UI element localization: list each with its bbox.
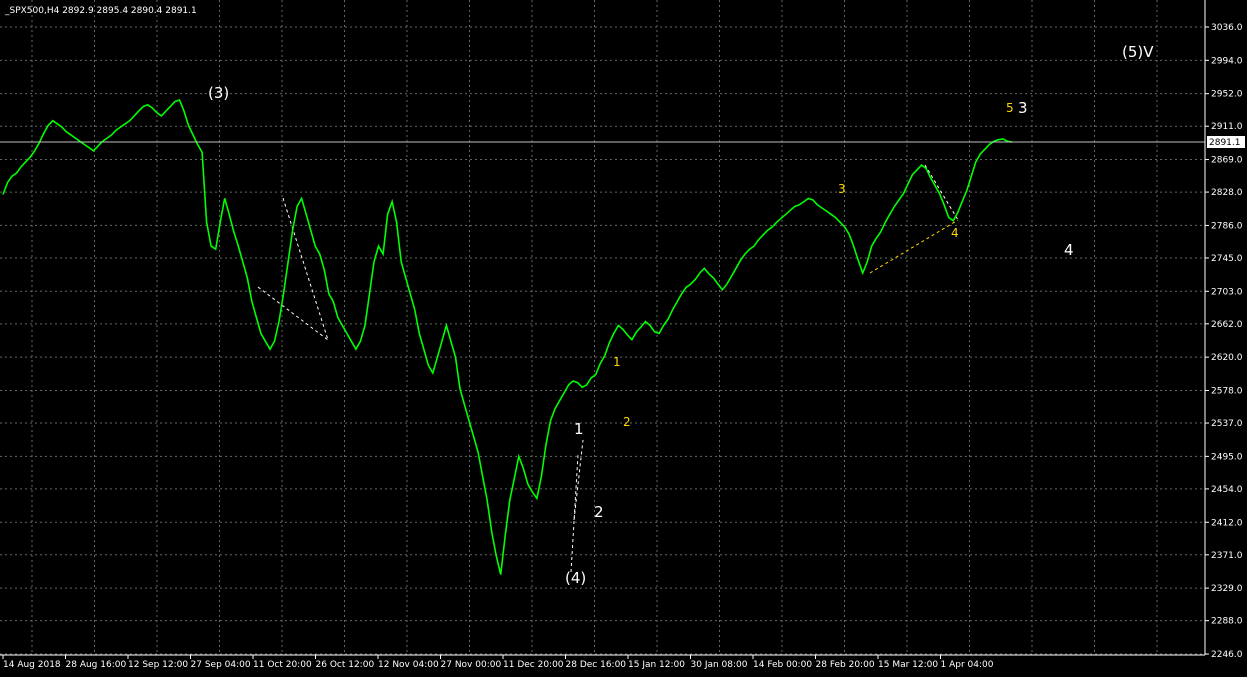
x-tick-label: 28 Feb 20:00: [816, 660, 875, 670]
chart-header: _SPX500,H4 2892.9 2895.4 2890.4 2891.1: [4, 6, 197, 16]
y-tick-label: 2662.0: [1211, 320, 1243, 330]
wave-label-4-major: (4): [565, 569, 586, 587]
y-tick-label: 2495.0: [1211, 452, 1243, 462]
chart-background: [0, 0, 1247, 677]
y-tick-label: 2703.0: [1211, 287, 1243, 297]
y-tick-label: 2620.0: [1211, 353, 1243, 363]
y-tick-label: 2246.0: [1211, 650, 1243, 660]
x-tick-label: 30 Jan 08:00: [691, 660, 748, 670]
wave-minor-label-4: 4: [951, 226, 959, 240]
x-tick-label: 12 Sep 12:00: [128, 660, 188, 670]
x-tick-label: 14 Feb 00:00: [753, 660, 812, 670]
wave-label-3-major: (3): [208, 84, 229, 102]
y-tick-label: 2371.0: [1211, 551, 1243, 561]
y-tick-label: 2994.0: [1211, 56, 1243, 66]
y-tick-label: 2828.0: [1211, 188, 1243, 198]
x-tick-label: 15 Mar 12:00: [878, 660, 938, 670]
x-tick-label: 11 Oct 20:00: [253, 660, 312, 670]
y-tick-label: 2329.0: [1211, 584, 1243, 594]
x-tick-label: 1 Apr 04:00: [941, 660, 994, 670]
x-tick-label: 27 Sep 04:00: [191, 660, 251, 670]
wave-minor-label-3: 3: [838, 182, 846, 196]
x-tick-label: 26 Oct 12:00: [316, 660, 375, 670]
wave-minor-label-2: 2: [623, 415, 631, 429]
wave-label-4: 4: [1064, 241, 1074, 259]
wave-minor-label-5: 5: [1006, 101, 1014, 115]
wave-label-3: 3: [1018, 99, 1028, 117]
wave-minor-label-1: 1: [613, 355, 621, 369]
y-tick-label: 2786.0: [1211, 221, 1243, 231]
x-tick-label: 27 Nov 00:00: [441, 660, 502, 670]
y-tick-label: 2454.0: [1211, 485, 1243, 495]
x-tick-label: 14 Aug 2018: [3, 660, 61, 670]
y-tick-label: 2745.0: [1211, 254, 1243, 264]
y-tick-label: 2537.0: [1211, 419, 1243, 429]
price-chart[interactable]: 3036.0 2994.0 2952.0 2911.0 2869.0 2828.0 2786…: [0, 0, 1247, 677]
y-tick-label: 2412.0: [1211, 518, 1243, 528]
x-tick-label: 12 Nov 04:00: [378, 660, 439, 670]
y-tick-label: 2869.0: [1211, 156, 1243, 166]
wave-label-2: 2: [594, 503, 604, 521]
wave-label-1: 1: [574, 420, 584, 438]
x-tick-label: 28 Aug 16:00: [66, 660, 127, 670]
y-tick-label: 2578.0: [1211, 387, 1243, 397]
y-tick-label: 2952.0: [1211, 90, 1243, 100]
x-tick-label: 11 Dec 20:00: [503, 660, 564, 670]
current-price-label: 2891.1: [1209, 138, 1241, 148]
y-tick-label: 2288.0: [1211, 617, 1243, 627]
y-tick-label: 2911.0: [1211, 122, 1243, 132]
y-tick-label: 3036.0: [1211, 23, 1243, 33]
wave-label-5v-major: (5)V: [1122, 43, 1154, 61]
x-tick-label: 15 Jan 12:00: [628, 660, 685, 670]
x-tick-label: 28 Dec 16:00: [566, 660, 627, 670]
